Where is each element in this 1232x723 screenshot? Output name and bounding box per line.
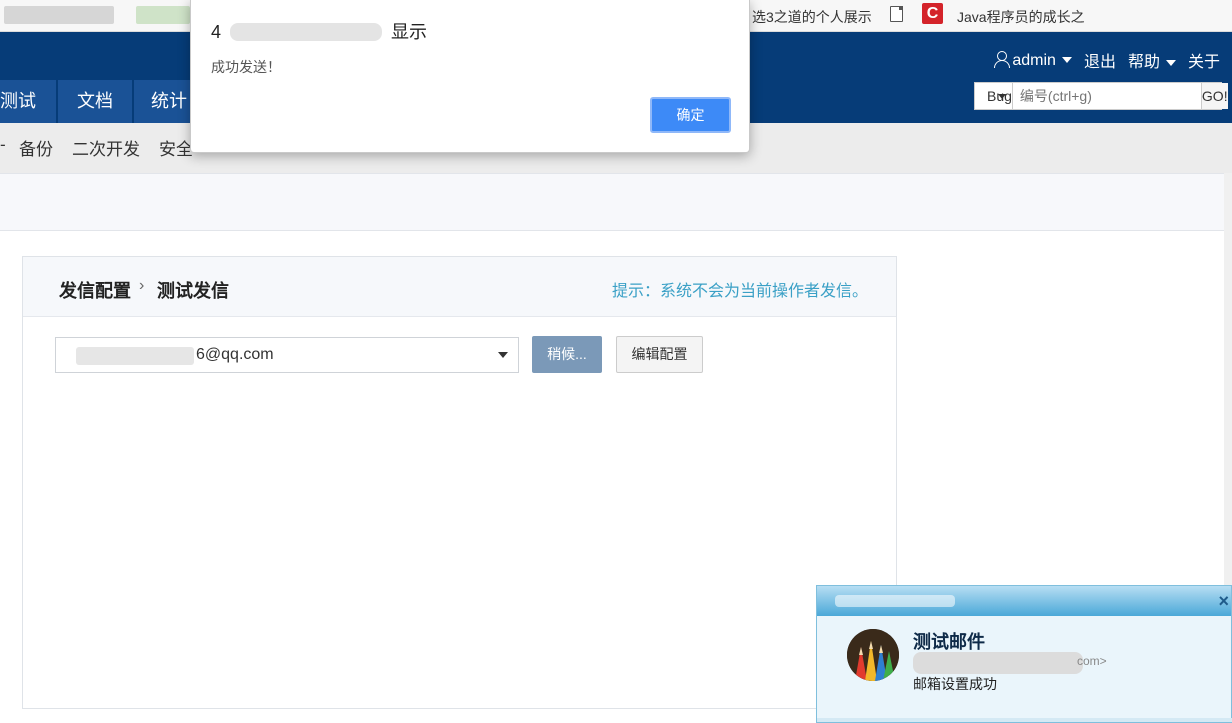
panel-heading: 发信配置 › 测试发信 提示：系统不会为当前操作者发信。	[23, 257, 896, 317]
recipient-value: 6@qq.com	[196, 346, 274, 363]
ok-button[interactable]: 确定	[650, 97, 731, 133]
notification-footer	[817, 718, 1232, 722]
about-link[interactable]: 关于	[1188, 48, 1220, 72]
search-type-select[interactable]: Bug	[975, 83, 1013, 109]
user-icon	[994, 50, 1011, 68]
mail-subject: 测试邮件	[913, 632, 985, 652]
avatar	[847, 629, 899, 681]
help-dropdown[interactable]: 帮助	[1128, 48, 1176, 72]
edit-config-button[interactable]: 编辑配置	[616, 336, 703, 373]
bookmark-item[interactable]: 选3之道的个人展示	[752, 7, 872, 27]
alert-dialog: 4 显示 成功发送！ 确定	[190, 0, 750, 153]
caret-down-icon	[1165, 59, 1176, 66]
subnav-separator: -	[0, 135, 6, 154]
redacted-text	[76, 347, 194, 365]
breadcrumb-separator: ›	[139, 277, 145, 294]
subnav-item-backup[interactable]: 备份	[19, 135, 53, 160]
subnav-item-security[interactable]: 安全	[159, 135, 193, 160]
bookmark-blurred[interactable]	[136, 6, 190, 24]
logout-link[interactable]: 退出	[1084, 48, 1116, 72]
content-header	[0, 173, 1224, 231]
redacted-text	[835, 595, 955, 607]
mail-sender: com>	[1077, 654, 1107, 668]
redacted-text	[230, 23, 383, 41]
redacted-text	[913, 652, 1083, 674]
search-box: Bug GO!	[974, 82, 1228, 110]
caret-down-icon	[1061, 57, 1072, 64]
mail-notification[interactable]: × 测试邮件 com> 邮箱设置成功	[816, 585, 1232, 723]
alert-message: 成功发送！	[211, 59, 281, 75]
user-dropdown[interactable]: admin	[994, 50, 1072, 70]
tab-docs[interactable]: 文档	[58, 80, 132, 123]
csdn-icon: C	[922, 3, 943, 24]
document-icon	[890, 6, 903, 22]
subnav-item-dev[interactable]: 二次开发	[72, 135, 140, 160]
caret-down-icon	[997, 94, 1006, 99]
tab-test[interactable]: 测试	[0, 80, 56, 123]
alert-title: 4 显示	[211, 22, 428, 42]
send-button[interactable]: 稍候...	[532, 336, 602, 373]
mail-body: 邮箱设置成功	[913, 676, 997, 692]
recipient-select[interactable]: 6@qq.com	[55, 337, 519, 373]
caret-down-icon	[498, 352, 508, 358]
pencils-icon	[847, 629, 899, 681]
tip-text: 提示：系统不会为当前操作者发信。	[611, 283, 868, 300]
user-menu: admin 退出 帮助 关于	[994, 48, 1220, 72]
breadcrumb-current: 测试发信	[157, 281, 229, 301]
mail-test-panel: 发信配置 › 测试发信 提示：系统不会为当前操作者发信。 6@qq.com 稍候…	[22, 256, 897, 709]
notification-titlebar: ×	[817, 586, 1231, 616]
search-go-button[interactable]: GO!	[1200, 83, 1228, 109]
bookmark-item[interactable]: Java程序员的成长之	[957, 7, 1085, 27]
search-input[interactable]	[1012, 83, 1201, 109]
breadcrumb-parent[interactable]: 发信配置	[59, 277, 131, 303]
close-icon[interactable]: ×	[1218, 591, 1229, 612]
bookmark-blurred[interactable]	[4, 6, 114, 24]
